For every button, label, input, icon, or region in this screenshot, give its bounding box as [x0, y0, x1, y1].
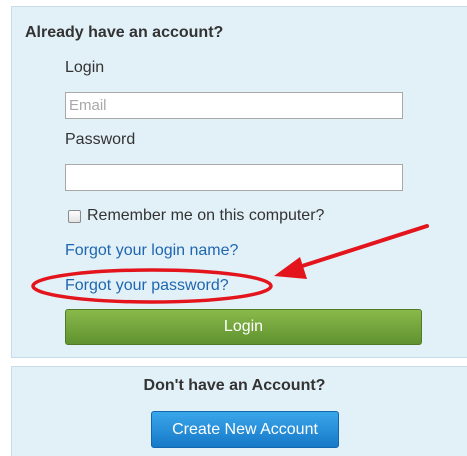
email-input[interactable]	[65, 92, 403, 119]
signup-panel-title: Don't have an Account?	[143, 377, 326, 394]
signup-panel: Don't have an Account? Create New Accoun…	[11, 366, 467, 456]
create-account-button[interactable]: Create New Account	[151, 411, 339, 448]
password-input[interactable]	[65, 164, 403, 191]
login-label: Login	[65, 59, 105, 76]
remember-me-row[interactable]: Remember me on this computer?	[68, 207, 324, 225]
password-label: Password	[65, 131, 136, 148]
forgot-password-link[interactable]: Forgot your password?	[65, 277, 229, 295]
forgot-login-link[interactable]: Forgot your login name?	[65, 242, 238, 260]
login-button[interactable]: Login	[65, 309, 422, 345]
remember-me-checkbox[interactable]	[68, 209, 81, 223]
login-page: Already have an account? Login Password …	[0, 0, 467, 456]
remember-me-label[interactable]: Remember me on this computer?	[87, 207, 324, 225]
login-panel-title: Already have an account?	[25, 24, 224, 41]
login-panel: Already have an account? Login Password …	[11, 6, 467, 358]
